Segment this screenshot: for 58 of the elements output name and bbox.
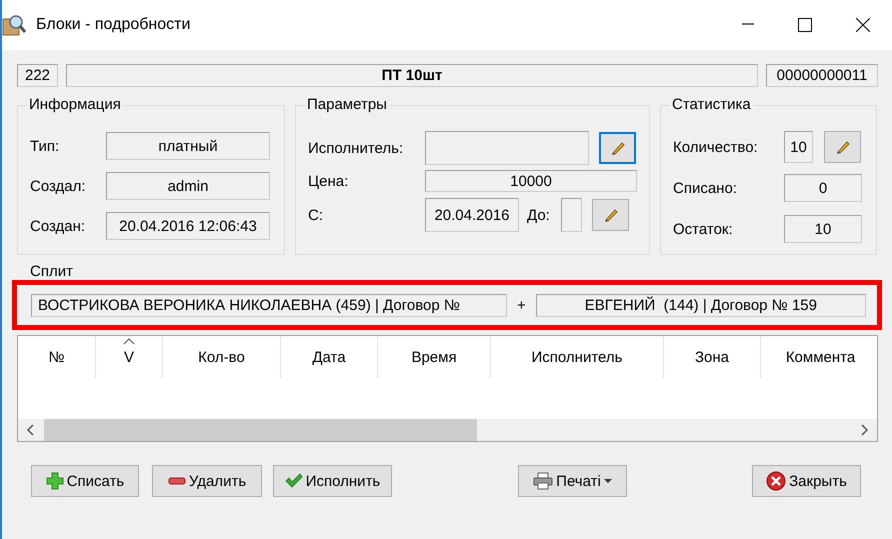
date-field: 20.04.2016 — [425, 198, 519, 232]
edit-button[interactable] — [599, 132, 636, 164]
field-label: Количество: — [673, 138, 759, 156]
count-field: 10 — [784, 131, 813, 163]
action-button[interactable]: Удалить — [152, 465, 262, 497]
group-title: Сплит — [30, 263, 73, 280]
field-label: Исполнитель: — [308, 140, 404, 156]
pencil-icon — [610, 140, 626, 156]
scrollbar-thumb[interactable] — [44, 419, 477, 441]
price-field: 10000 — [425, 170, 637, 192]
action-button[interactable]: Печаті — [518, 465, 627, 497]
count-field: 0 — [784, 174, 862, 202]
column-header[interactable]: № — [18, 336, 96, 378]
value-field: платный — [106, 132, 270, 160]
field-label: С: — [308, 206, 324, 224]
value-field: 20.04.2016 12:06:43 — [106, 212, 270, 240]
check-icon — [284, 472, 303, 490]
column-header[interactable]: V — [96, 336, 163, 378]
name-field: ПТ 10шт — [66, 64, 758, 87]
edit-button[interactable] — [592, 199, 629, 231]
split-field: ЕВГЕНИЙ (144) | Договор № 159 — [536, 294, 866, 316]
action-button[interactable]: Списать — [31, 465, 139, 497]
field-label: Остаток: — [673, 220, 734, 238]
field-label: До: — [526, 206, 551, 224]
column-header[interactable]: Зона — [664, 336, 761, 378]
field-label: Цена: — [308, 172, 350, 190]
column-header[interactable]: Исполнитель — [491, 336, 664, 378]
group-title: Информация — [27, 96, 123, 113]
pencil-icon — [602, 207, 618, 223]
close-icon — [766, 471, 786, 491]
count-field: 10 — [784, 215, 862, 243]
number-field: 222 — [17, 64, 58, 87]
column-header[interactable]: Кол-во — [163, 336, 281, 378]
close-icon[interactable] — [856, 18, 870, 32]
magnifier-icon — [2, 13, 26, 37]
code-field: 00000000011 — [766, 64, 878, 87]
action-button[interactable]: Исполнить — [273, 465, 392, 497]
field-label: Списано: — [673, 180, 738, 196]
action-button[interactable]: Закрыть — [752, 465, 861, 497]
plus-sign: + — [517, 296, 526, 314]
group-title: Параметры — [305, 96, 389, 113]
field-label: Создан: — [30, 218, 86, 234]
field-label: Создал: — [30, 178, 87, 194]
window-title: Блоки - подробности — [36, 16, 190, 34]
scrollbar[interactable] — [18, 419, 877, 441]
split-field: ВОСТРИКОВА ВЕРОНИКА НИКОЛАЕВНА (459) | Договор № — [31, 294, 507, 316]
maximize-icon[interactable] — [798, 18, 812, 32]
pencil-icon — [834, 139, 850, 155]
date-field — [561, 198, 582, 232]
plus-icon — [46, 472, 64, 490]
printer-icon — [533, 472, 554, 490]
sort-icon — [123, 338, 135, 345]
column-header[interactable]: Время — [378, 336, 491, 378]
column-header[interactable]: Коммента — [761, 336, 877, 378]
column-header[interactable]: Дата — [281, 336, 378, 378]
edit-button[interactable] — [824, 131, 861, 163]
value-field: admin — [106, 172, 270, 200]
field-label: Тип: — [30, 138, 60, 154]
